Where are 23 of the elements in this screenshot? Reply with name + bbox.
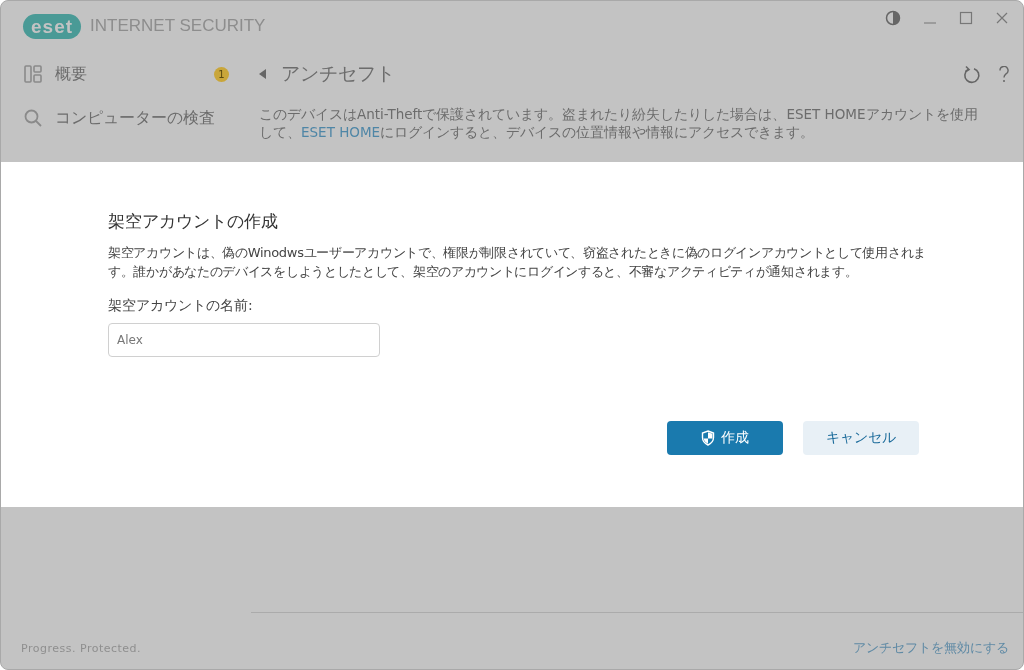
field-label: 架空アカウントの名前:: [108, 297, 254, 315]
sidebar-item[interactable]: コンピューターの検査: [23, 101, 229, 135]
contrast-icon[interactable]: [885, 10, 901, 26]
dialog-title: 架空アカウントの作成: [108, 210, 279, 233]
close-icon[interactable]: [995, 11, 1009, 25]
page-title: アンチセフト: [281, 61, 395, 86]
create-button[interactable]: 作成: [667, 421, 783, 455]
cancel-button[interactable]: キャンセル: [803, 421, 919, 455]
dashboard-icon: [23, 64, 43, 84]
notification-badge: 1: [214, 66, 229, 82]
account-name-field[interactable]: Alex: [108, 323, 380, 357]
back-icon[interactable]: [259, 69, 267, 79]
search-icon: [23, 108, 43, 128]
shield-icon: [701, 430, 715, 446]
refresh-icon[interactable]: [963, 64, 981, 84]
eset-logo: eset: [23, 13, 82, 39]
sidebar-item[interactable]: 概要 1: [23, 57, 229, 91]
disable-link[interactable]: アンチセフトを無効にする: [853, 639, 1009, 657]
dialog-text: 架空アカウントは、偽のWinodwsユーザーアカウントで、権限が制限されていて、窃盗されたときに偽のログインアカウントとして使用されます。誰かがあなたのデバイスをしようとしたとして、架空のアカウントにログインすると、不審なアクティビティが通知されます。: [108, 244, 927, 281]
eset-home-link[interactable]: ESET HOME: [301, 124, 381, 140]
maximize-icon[interactable]: [959, 11, 973, 25]
help-icon[interactable]: [999, 65, 1009, 83]
description-text: このデバイスはAnti-Theftで保護されています。盗まれたり紛失したりした場合は、ESET HOMEアカウントを使用して、ESET HOMEにログインすると、デバイスの位置情報や情報にアクセスできます。: [259, 105, 979, 141]
